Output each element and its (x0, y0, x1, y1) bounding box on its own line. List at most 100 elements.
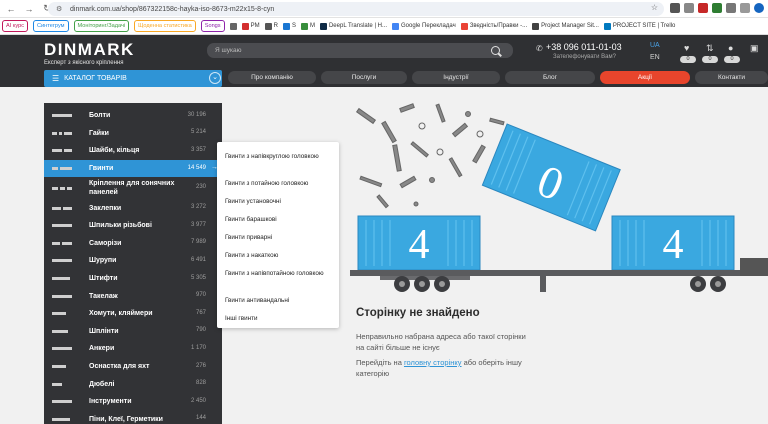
compare-icon[interactable]: ⇅ (706, 43, 714, 54)
phone-number[interactable]: +38 096 011-01-03 (546, 42, 622, 52)
category-item[interactable]: Штифти 5 305 (44, 270, 222, 288)
flying-fasteners (355, 103, 505, 209)
extension-icon[interactable] (712, 3, 722, 13)
category-item[interactable]: Кріплення для сонячних панелей 230 (44, 177, 222, 199)
deepl-icon (319, 22, 327, 30)
category-count: 2 450 (190, 397, 206, 404)
submenu-item[interactable]: Гвинти з напівкруглою головкою (225, 152, 333, 161)
category-count: 6 491 (190, 256, 206, 263)
category-item[interactable]: Шайби, кільця 3 357 (44, 142, 222, 160)
category-count: 828 (195, 380, 206, 387)
submenu-item[interactable]: Інші гвинти (225, 314, 333, 323)
chevron-down-icon[interactable]: ⌄ (209, 72, 221, 84)
category-count: 767 (195, 309, 206, 316)
fastener-icon (52, 166, 74, 172)
profile-avatar[interactable] (754, 3, 764, 13)
address-bar[interactable]: ⚙ dinmark.com.ua/shop/867322158c-hayka-i… (48, 2, 664, 16)
extensions-area (670, 3, 764, 13)
bookmark-item[interactable]: Project Manager Sit... (532, 22, 599, 30)
category-label: Штифти (89, 275, 118, 283)
nav-promo[interactable]: Акції (600, 71, 690, 84)
nav-contacts[interactable]: Контакти (695, 71, 768, 84)
category-count: 3 272 (190, 204, 206, 211)
bookmark-item[interactable]: M (300, 22, 315, 30)
submenu-item[interactable]: Гвинти барашкові (225, 215, 333, 224)
category-item[interactable]: Шпильки різьбові 3 977 (44, 217, 222, 235)
callback-link[interactable]: Зателефонувати Вам? (553, 54, 616, 60)
menu-bars-icon: ☰ (52, 74, 60, 83)
favorites-heart-icon[interactable]: ♥ (684, 43, 689, 53)
category-item[interactable]: Гвинти 14 549 → (44, 159, 222, 178)
bookmark-item[interactable]: PROJECT SITE | Trello (603, 22, 675, 30)
bookmark-chip[interactable]: Songs (200, 20, 225, 32)
submenu-item[interactable]: Гвинти з напівпотайною головкою (225, 269, 333, 278)
bookmark-item[interactable]: Зведність/Правки -... (460, 22, 528, 30)
extension-icon[interactable] (698, 3, 708, 13)
nav-industries[interactable]: Індустрії (412, 71, 500, 84)
bookmark-chip[interactable]: Синтегрум (33, 20, 69, 32)
category-label: Анкери (89, 345, 115, 353)
category-item[interactable]: Дюбелі 828 (44, 375, 222, 393)
category-item[interactable]: Шплінти 790 (44, 323, 222, 341)
category-count: 276 (195, 362, 206, 369)
fastener-icon (52, 113, 74, 119)
category-item[interactable]: Шурупи 6 491 (44, 252, 222, 270)
category-item[interactable]: Хомути, кляймери 767 (44, 305, 222, 323)
category-item[interactable]: Такелаж 970 (44, 287, 222, 305)
category-item[interactable]: Піни, Клеї, Герметики 144 (44, 411, 222, 424)
category-count: 970 (195, 292, 206, 299)
back-arrow-icon[interactable]: ← (4, 2, 18, 16)
category-item[interactable]: Саморізи 7 989 (44, 235, 222, 253)
lang-en[interactable]: EN (650, 54, 660, 61)
bookmark-label: Зведність/Правки -... (469, 23, 528, 29)
bookmark-item[interactable]: R (264, 22, 278, 30)
site-logo[interactable]: DINMARK (44, 40, 135, 60)
pm-icon (241, 22, 249, 30)
bookmark-chip[interactable]: Щоденна статистика (134, 20, 196, 32)
lang-ua[interactable]: UA (650, 42, 660, 49)
search-icon[interactable] (491, 46, 500, 55)
s-icon (282, 22, 290, 30)
category-item[interactable]: Оснастка для яхт 276 (44, 358, 222, 376)
submenu-item[interactable]: Гвинти приварні (225, 233, 333, 242)
bookmark-chip[interactable]: Моніторинг/Задачі (73, 20, 130, 32)
forward-arrow-icon[interactable]: → (22, 2, 36, 16)
fastener-icon (52, 240, 74, 246)
search-input[interactable]: Я шукаю (207, 43, 513, 58)
bookmark-item[interactable]: DeepL Translate | H... (319, 22, 387, 30)
submenu-item[interactable]: Гвинти установочні (225, 197, 333, 206)
category-item[interactable]: Інструменти 2 450 (44, 393, 222, 411)
site-info-icon[interactable]: ⚙ (56, 5, 64, 13)
extension-icon[interactable] (670, 3, 680, 13)
category-item[interactable]: Гайки 5 214 (44, 125, 222, 143)
category-item[interactable]: Заклепки 3 272 (44, 199, 222, 217)
nav-services[interactable]: Послуги (321, 71, 407, 84)
extension-icon[interactable] (726, 3, 736, 13)
submenu-item[interactable]: Гвинти з потайною головкою (225, 179, 333, 188)
cart-icon[interactable]: ▣ (750, 43, 759, 54)
bookmark-item[interactable]: S (282, 22, 296, 30)
submenu-item[interactable]: Гвинти антивандальні (225, 296, 333, 305)
extension-icon[interactable] (740, 3, 750, 13)
bookmarks-bar: AI курс Синтегрум Моніторинг/Задачі Щоденна… (0, 18, 768, 35)
submenu-item[interactable]: Гвинти з накаткою (225, 251, 333, 260)
compare-badge: 0 (702, 56, 718, 63)
category-count: 3 977 (190, 221, 206, 228)
bookmark-chip[interactable]: AI курс (2, 20, 28, 32)
category-count: 230 (195, 184, 206, 191)
category-menu: Болти 30 196 Гайки 5 214 Шайби, кільця 3 357 Г… (44, 103, 222, 424)
catalog-button[interactable]: ☰ КАТАЛОГ ТОВАРІВ (44, 70, 222, 87)
error-hint: Перейдіть на головну сторінку або оберіт… (356, 357, 526, 379)
bookmark-star-icon[interactable]: ☆ (651, 3, 658, 12)
category-item[interactable]: Анкери 1 170 (44, 340, 222, 358)
category-item[interactable]: Болти 30 196 (44, 107, 222, 125)
apps-grid-icon[interactable] (229, 22, 237, 30)
nav-about[interactable]: Про компанію (228, 71, 316, 84)
nav-blog[interactable]: Блог (505, 71, 595, 84)
category-label: Саморізи (89, 239, 122, 247)
user-icon[interactable]: ● (728, 43, 733, 53)
extension-icon[interactable] (684, 3, 694, 13)
bookmark-item[interactable]: PM (241, 22, 260, 30)
home-page-link[interactable]: головну сторінку (404, 358, 462, 367)
bookmark-item[interactable]: Google Перекладач (392, 22, 456, 30)
